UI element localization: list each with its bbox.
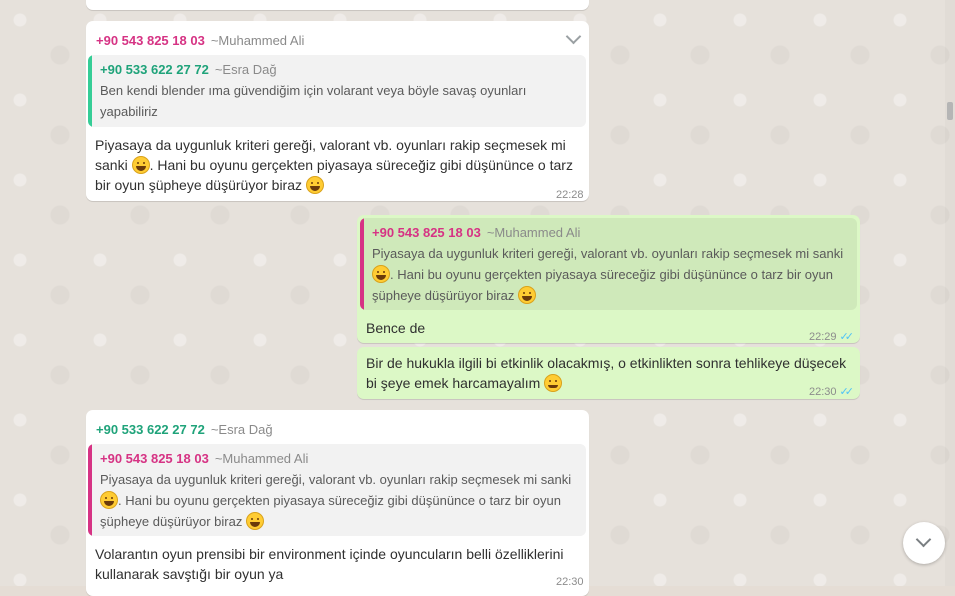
quoted-message[interactable]: +90 533 622 27 72 ~Esra Dağ Ben kendi bl… — [88, 55, 586, 127]
grinning-face-icon — [305, 176, 324, 194]
message-bubble-partial[interactable] — [86, 0, 589, 10]
scrollbar-thumb[interactable] — [947, 102, 953, 120]
quote-text-line: Piyasaya da uygunluk kriteri gereği, val… — [372, 246, 844, 261]
quote-text-line: Piyasaya da uygunluk kriteri gereği, val… — [100, 472, 572, 487]
message-text-line: bir oyun şüpheye düşürüyor biraz — [95, 175, 585, 195]
quote-text-line: Ben kendi blender ıma güvendiğim için vo… — [100, 83, 527, 98]
quote-text-line: şüpheye düşürüyor biraz — [100, 511, 576, 532]
chevron-down-icon[interactable] — [565, 28, 582, 45]
message-sender: +90 543 825 18 03 ~Muhammed Ali — [96, 31, 304, 51]
message-text-segment: sanki — [95, 157, 128, 173]
message-text: Bir de hukukla ilgili bi etkinlik olacak… — [366, 353, 856, 393]
message-bubble-outgoing[interactable]: +90 543 825 18 03 ~Muhammed Ali Piyasaya… — [357, 215, 860, 343]
message-text: Volarantın oyun prensibi bir environment… — [95, 544, 585, 584]
message-text-line: Volarantın oyun prensibi bir environment… — [95, 546, 564, 562]
message-text: Bence de — [366, 320, 426, 336]
message-text-line: sanki . Hani bu oyunu gerçekten piyasaya… — [95, 155, 585, 175]
message-text-line: bi şeye emek harcamayalım — [366, 373, 856, 393]
double-check-icon: ✓✓ — [839, 331, 855, 343]
quote-text-segment: . Hani bu oyunu gerçekten piyasaya sürec… — [118, 493, 561, 508]
sender-phone[interactable]: +90 533 622 27 72 — [96, 420, 205, 440]
message-time: 22:30 — [809, 386, 837, 398]
message-text-line: Piyasaya da uygunluk kriteri gereği, val… — [95, 137, 566, 153]
message-timestamp: 22:29 ✓✓ — [809, 327, 855, 347]
message-text-segment: bir oyun şüpheye düşürüyor biraz — [95, 177, 303, 193]
quote-sender-phone: +90 543 825 18 03 — [372, 225, 481, 240]
quote-sender-name: ~Esra Dağ — [214, 62, 277, 77]
sender-name: ~Esra Dağ — [210, 422, 273, 437]
grinning-face-icon — [245, 512, 264, 530]
double-check-icon: ✓✓ — [839, 386, 855, 398]
quote-accent-bar — [88, 444, 92, 536]
quote-text-line: şüpheye düşürüyor biraz — [372, 285, 847, 306]
message-bubble[interactable]: +90 543 825 18 03 ~Muhammed Ali +90 533 … — [86, 21, 589, 201]
scrollbar-track[interactable] — [945, 0, 955, 586]
grinning-face-icon — [372, 265, 390, 283]
quote-sender-phone: +90 543 825 18 03 — [100, 451, 209, 466]
quoted-message[interactable]: +90 543 825 18 03 ~Muhammed Ali Piyasaya… — [360, 218, 857, 310]
quote-accent-bar — [88, 55, 92, 127]
chevron-down-icon — [915, 531, 932, 548]
message-text-segment: bi şeye emek harcamayalım — [366, 375, 541, 391]
message-text-line: kullanarak savştığı bir oyun ya — [95, 566, 284, 582]
quote-text-line: . Hani bu oyunu gerçekten piyasaya sürec… — [372, 264, 847, 285]
quote-text-segment: şüpheye düşürüyor biraz — [100, 514, 243, 529]
quote-text-segment: şüpheye düşürüyor biraz — [372, 288, 515, 303]
quote-sender-name: ~Muhammed Ali — [214, 451, 309, 466]
quote-accent-bar — [360, 218, 364, 310]
grinning-face-icon — [100, 491, 118, 509]
sender-phone[interactable]: +90 543 825 18 03 — [96, 31, 205, 51]
message-bubble-outgoing[interactable]: Bir de hukukla ilgili bi etkinlik olacak… — [357, 347, 860, 399]
message-timestamp: 22:30 ✓✓ — [809, 382, 855, 402]
message-sender: +90 533 622 27 72 ~Esra Dağ — [96, 420, 273, 440]
quoted-message[interactable]: +90 543 825 18 03 ~Muhammed Ali Piyasaya… — [88, 444, 586, 536]
quote-text-line: yapabiliriz — [100, 104, 158, 119]
quote-text-line: . Hani bu oyunu gerçekten piyasaya sürec… — [100, 490, 576, 511]
grinning-face-icon — [131, 156, 150, 174]
grinning-face-icon — [517, 286, 536, 304]
quote-sender-name: ~Muhammed Ali — [486, 225, 581, 240]
message-time: 22:29 — [809, 331, 837, 343]
quote-text-segment: . Hani bu oyunu gerçekten piyasaya sürec… — [390, 267, 833, 282]
message-text-line: Bir de hukukla ilgili bi etkinlik olacak… — [366, 355, 847, 371]
smiling-face-icon — [544, 374, 563, 392]
quote-sender-phone: +90 533 622 27 72 — [100, 62, 209, 77]
message-text: Piyasaya da uygunluk kriteri gereği, val… — [95, 135, 585, 195]
message-timestamp: 22:28 — [556, 189, 584, 201]
sender-name: ~Muhammed Ali — [210, 33, 305, 48]
message-timestamp: 22:30 — [556, 576, 584, 588]
message-text-segment: . Hani bu oyunu gerçekten piyasaya sürec… — [149, 157, 573, 173]
message-bubble[interactable]: +90 533 622 27 72 ~Esra Dağ +90 543 825 … — [86, 410, 589, 596]
scroll-to-bottom-button[interactable] — [903, 522, 945, 564]
